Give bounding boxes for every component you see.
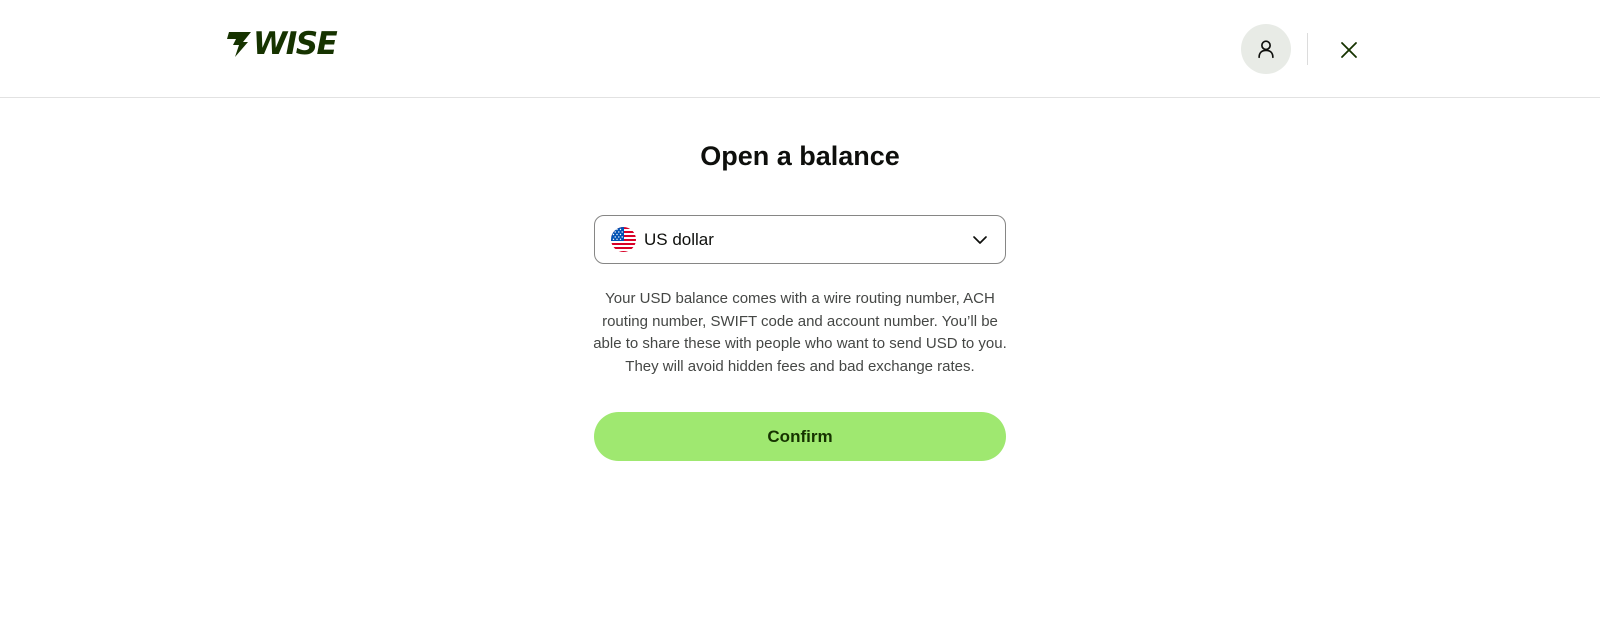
close-button[interactable] bbox=[1333, 34, 1365, 66]
balance-description: Your USD balance comes with a wire routi… bbox=[593, 290, 1007, 375]
confirm-button[interactable]: Confirm bbox=[594, 412, 1006, 461]
page-title: Open a balance bbox=[700, 141, 900, 171]
logo-text: WISE bbox=[253, 26, 338, 62]
currency-select-value: US dollar bbox=[644, 229, 714, 249]
user-icon bbox=[1258, 40, 1274, 59]
close-icon bbox=[1341, 42, 1357, 58]
account-button[interactable] bbox=[1241, 24, 1291, 74]
wise-logo[interactable]: WISE bbox=[226, 26, 338, 62]
us-flag-icon bbox=[611, 227, 636, 252]
wise-flag-icon bbox=[227, 32, 251, 57]
chevron-down-icon bbox=[973, 236, 987, 244]
header-divider bbox=[1307, 33, 1308, 65]
top-header: WISE bbox=[0, 0, 1600, 98]
currency-select[interactable]: US dollar bbox=[594, 215, 1006, 264]
